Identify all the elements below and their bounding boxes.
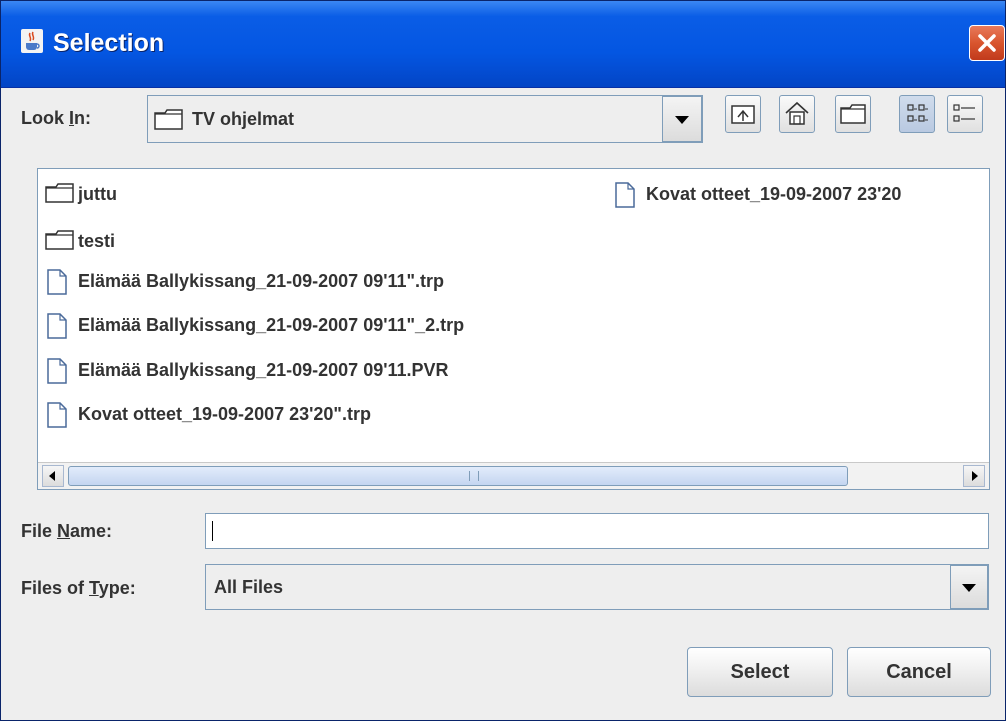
chevron-down-icon bbox=[675, 116, 689, 124]
scrollbar-thumb[interactable] bbox=[68, 466, 848, 486]
folder-up-icon bbox=[731, 105, 755, 124]
chevron-down-icon bbox=[962, 584, 976, 592]
file-type-value: All Files bbox=[214, 577, 284, 597]
scroll-left-button[interactable] bbox=[42, 465, 64, 487]
file-name: Kovat otteet_19-09-2007 23'20 bbox=[646, 184, 902, 204]
file-icon bbox=[47, 402, 67, 428]
horizontal-scrollbar[interactable] bbox=[38, 462, 989, 489]
folder-icon bbox=[45, 230, 74, 250]
close-icon bbox=[978, 34, 996, 52]
title-bar[interactable]: Selection bbox=[1, 1, 1005, 88]
folder-icon bbox=[45, 183, 74, 203]
window-title: Selection bbox=[53, 29, 165, 57]
chevron-right-icon bbox=[972, 471, 978, 481]
look-in-dropdown-button[interactable] bbox=[662, 96, 702, 142]
chevron-left-icon bbox=[49, 471, 55, 481]
file-type-label: Files of Type: bbox=[21, 578, 136, 598]
file-name-label: File Name: bbox=[21, 521, 113, 541]
file-name: Elämää Ballykissang_21-09-2007 09'11"_2.… bbox=[78, 315, 465, 335]
file-chooser-dialog: Selection Look In: TV ohjelmat juttu tes… bbox=[0, 0, 1006, 721]
look-in-label: Look In: bbox=[21, 108, 92, 128]
new-folder-icon bbox=[840, 104, 866, 124]
close-button[interactable] bbox=[969, 25, 1005, 61]
file-name: Kovat otteet_19-09-2007 23'20".trp bbox=[78, 404, 371, 424]
file-name: testi bbox=[78, 231, 116, 251]
file-icon bbox=[47, 269, 67, 295]
text-caret bbox=[212, 521, 213, 541]
file-icon bbox=[615, 182, 635, 208]
select-button[interactable]: Select bbox=[687, 647, 833, 697]
home-icon bbox=[785, 101, 809, 125]
list-view-button[interactable] bbox=[899, 95, 935, 133]
file-name: juttu bbox=[78, 184, 117, 204]
cancel-button[interactable]: Cancel bbox=[847, 647, 991, 697]
new-folder-button[interactable] bbox=[835, 95, 871, 133]
details-view-button[interactable] bbox=[947, 95, 983, 133]
scrollbar-grip-icon bbox=[469, 471, 479, 481]
look-in-combo[interactable]: TV ohjelmat bbox=[147, 95, 703, 143]
file-list[interactable]: juttu testi Elämää Ballykissang_21-09-20… bbox=[37, 168, 990, 490]
file-name: Elämää Ballykissang_21-09-2007 09'11.PVR bbox=[78, 360, 449, 380]
look-in-value: TV ohjelmat bbox=[192, 109, 295, 129]
home-button[interactable] bbox=[779, 95, 815, 133]
file-icon bbox=[47, 313, 67, 339]
list-view-icon bbox=[907, 104, 928, 122]
up-one-level-button[interactable] bbox=[725, 95, 761, 133]
file-name-input[interactable] bbox=[205, 513, 989, 549]
java-cup-icon bbox=[21, 29, 43, 53]
file-type-combo[interactable]: All Files bbox=[205, 564, 989, 610]
file-name: Elämää Ballykissang_21-09-2007 09'11".tr… bbox=[78, 271, 445, 291]
file-type-dropdown-button[interactable] bbox=[950, 565, 988, 609]
folder-icon bbox=[154, 109, 183, 130]
file-icon bbox=[47, 358, 67, 384]
scroll-right-button[interactable] bbox=[963, 465, 985, 487]
details-view-icon bbox=[953, 104, 975, 122]
